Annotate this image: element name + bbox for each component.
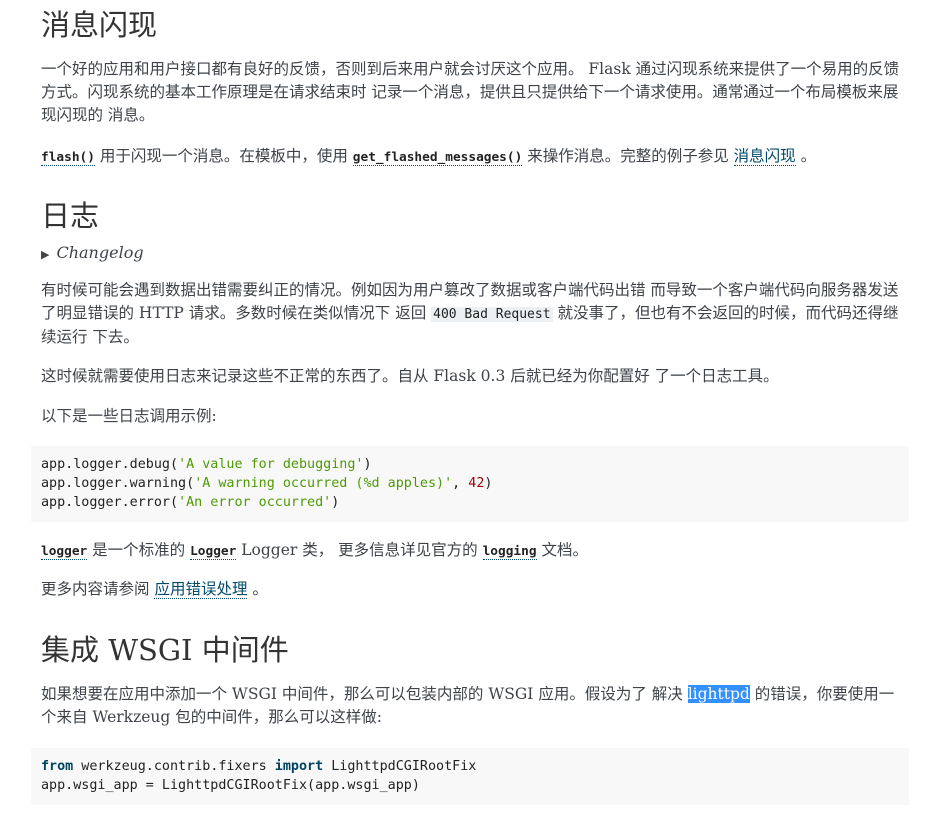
wsgi-code-block: from werkzeug.contrib.fixers import Ligh… bbox=[31, 748, 909, 805]
changelog-toggle[interactable]: ▶ Changelog bbox=[41, 241, 144, 266]
documentation-page: 消息闪现 一个好的应用和用户接口都有良好的反馈，否则到后来用户就会讨厌这个应用。… bbox=[0, 0, 932, 825]
code-line: app.logger.debug('A value for debugging'… bbox=[41, 457, 372, 472]
section-heading-logging: 日志 bbox=[41, 199, 100, 233]
code-line: app.logger.warning('A warning occurred (… bbox=[41, 476, 493, 491]
flash-function-link[interactable]: flash() bbox=[41, 147, 95, 166]
logging-module-link[interactable]: logging bbox=[482, 541, 537, 560]
flash-intro-paragraph: 一个好的应用和用户接口都有良好的反馈，否则到后来用户就会讨厌这个应用。 Flas… bbox=[41, 60, 900, 124]
wsgi-intro-paragraph: 如果想要在应用中添加一个 WSGI 中间件，那么可以包装内部的 WSGI 应用。… bbox=[41, 683, 901, 729]
get-flashed-messages-link[interactable]: get_flashed_messages() bbox=[352, 147, 523, 166]
text: 来操作消息。完整的例子参见 bbox=[522, 147, 734, 165]
logger-description-paragraph: logger 是一个标准的 Logger Logger 类， 更多信息详见官方的… bbox=[41, 539, 901, 563]
section-heading-flash: 消息闪现 bbox=[41, 8, 158, 42]
error-handling-link[interactable]: 应用错误处理 bbox=[154, 580, 248, 599]
code-line: from werkzeug.contrib.fixers import Ligh… bbox=[41, 759, 477, 774]
text: Logger 类， 更多信息详见官方的 bbox=[236, 541, 483, 559]
text: 文档。 bbox=[536, 541, 588, 559]
bad-request-code: 400 Bad Request bbox=[431, 307, 553, 322]
code-line: app.logger.error('An error occurred') bbox=[41, 495, 340, 510]
text: 。 bbox=[247, 580, 268, 598]
triangle-right-icon: ▶ bbox=[41, 248, 50, 261]
logging-tool-paragraph: 这时候就需要使用日志来记录这些不正常的东西了。自从 Flask 0.3 后就已经… bbox=[41, 367, 779, 385]
logging-intro-paragraph: 有时候可能会遇到数据出错需要纠正的情况。例如因为用户篡改了数据或客户端代码出错 … bbox=[41, 279, 901, 349]
code-line: app.wsgi_app = LighttpdCGIRootFix(app.ws… bbox=[41, 778, 420, 793]
logging-code-block: app.logger.debug('A value for debugging'… bbox=[31, 446, 909, 522]
text: 。 bbox=[795, 147, 817, 165]
selected-text-highlight[interactable]: lighttpd bbox=[687, 685, 750, 703]
flash-usage-paragraph: flash() 用于闪现一个消息。在模板中，使用 get_flashed_mes… bbox=[41, 145, 901, 169]
text: 是一个标准的 bbox=[87, 541, 191, 559]
logging-example-intro: 以下是一些日志调用示例: bbox=[41, 407, 217, 425]
changelog-label: Changelog bbox=[56, 243, 144, 262]
error-handling-reference-paragraph: 更多内容请参阅 应用错误处理 。 bbox=[41, 578, 901, 601]
message-flashing-link[interactable]: 消息闪现 bbox=[733, 147, 796, 166]
logger-class-link[interactable]: Logger bbox=[190, 541, 237, 560]
text: 用于闪现一个消息。在模板中，使用 bbox=[94, 147, 353, 165]
section-heading-wsgi: 集成 WSGI 中间件 bbox=[41, 633, 289, 667]
text: 更多内容请参阅 bbox=[41, 580, 155, 598]
text: 如果想要在应用中添加一个 WSGI 中间件，那么可以包装内部的 WSGI 应用。… bbox=[41, 685, 688, 703]
logger-attribute-link[interactable]: logger bbox=[41, 541, 88, 560]
